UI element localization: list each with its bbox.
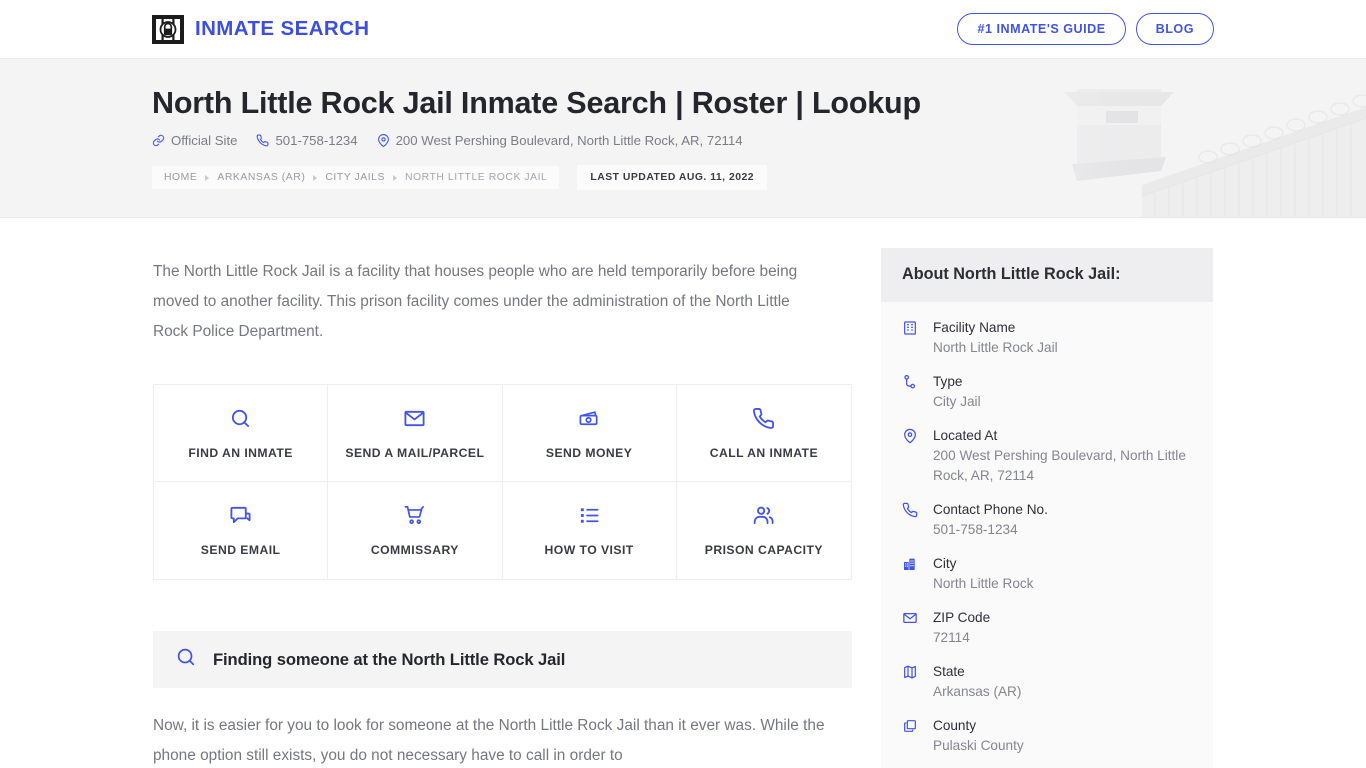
fact-facility-name: Facility Name North Little Rock Jail (902, 318, 1192, 358)
fact-label: County (933, 718, 977, 733)
aside-column: About North Little Rock Jail: Facility N… (881, 218, 1213, 768)
fact-located-at: Located At 200 West Pershing Boulevard, … (902, 426, 1192, 486)
fact-label: State (933, 664, 965, 679)
phone-icon (256, 134, 269, 147)
breadcrumb: HOME ARKANSAS (AR) CITY JAILS NORTH LITT… (152, 165, 1366, 191)
brand-name: INMATE SEARCH (195, 17, 370, 40)
page-body: The North Little Rock Jail is a facility… (0, 218, 1366, 768)
action-how-to-visit[interactable]: HOW TO VISIT (502, 482, 677, 579)
about-facility-panel: About North Little Rock Jail: Facility N… (881, 248, 1213, 768)
action-label: COMMISSARY (370, 543, 459, 557)
brand-logo-link[interactable]: INMATE SEARCH (152, 14, 370, 45)
intro-paragraph: The North Little Rock Jail is a facility… (153, 263, 798, 340)
phone-icon (752, 407, 775, 430)
link-icon (152, 134, 165, 147)
envelope-icon (403, 407, 426, 430)
chat-icon (229, 504, 252, 527)
people-icon (752, 504, 775, 527)
fact-label: Type (933, 374, 963, 389)
hero-meta-row: Official Site 501-758-1234 200 West Pers… (152, 133, 1366, 148)
jail-window-lock-icon (152, 14, 184, 45)
fact-label: Contact Phone No. (933, 502, 1048, 517)
breadcrumb-item-home[interactable]: HOME (164, 172, 197, 183)
last-updated-badge: LAST UPDATED AUG. 11, 2022 (577, 165, 768, 191)
action-label: SEND A MAIL/PARCEL (345, 445, 485, 460)
action-label: PRISON CAPACITY (704, 543, 823, 557)
section-heading: Finding someone at the North Little Rock… (213, 649, 566, 669)
search-icon (229, 407, 252, 430)
action-label: SEND MONEY (545, 445, 633, 460)
action-find-an-inmate[interactable]: FIND AN INMATE (154, 385, 329, 482)
action-send-a-mail-parcel[interactable]: SEND A MAIL/PARCEL (328, 385, 503, 482)
fact-value: Pulaski County (933, 738, 1024, 753)
fact-zip-code: ZIP Code 72114 (902, 608, 1192, 648)
fact-county: County Pulaski County (902, 716, 1192, 756)
finding-someone-section-header: Finding someone at the North Little Rock… (153, 631, 852, 688)
fact-value: 200 West Pershing Boulevard, North Littl… (933, 448, 1186, 483)
phone-meta[interactable]: 501-758-1234 (256, 133, 358, 149)
action-send-money[interactable]: SEND MONEY (502, 385, 677, 482)
inmates-guide-button[interactable]: #1 INMATE'S GUIDE (957, 13, 1126, 45)
breadcrumb-list: HOME ARKANSAS (AR) CITY JAILS NORTH LITT… (152, 166, 560, 190)
address-label: 200 West Pershing Boulevard, North Littl… (395, 133, 743, 149)
breadcrumb-item-state[interactable]: ARKANSAS (AR) (217, 172, 305, 183)
fact-state: State Arkansas (AR) (902, 662, 1192, 702)
phone-icon (902, 500, 920, 518)
about-panel-header: About North Little Rock Jail: (881, 248, 1213, 302)
chevron-right-icon (313, 174, 318, 181)
fact-label: ZIP Code (933, 610, 991, 625)
fact-value: Arkansas (AR) (933, 684, 1022, 699)
action-commissary[interactable]: COMMISSARY (328, 482, 503, 579)
page-hero-banner: North Little Rock Jail Inmate Search | R… (0, 59, 1366, 218)
action-label: SEND EMAIL (200, 543, 281, 557)
fact-value: North Little Rock Jail (933, 340, 1058, 355)
address-meta: 200 West Pershing Boulevard, North Littl… (377, 133, 743, 148)
fact-type: Type City Jail (902, 372, 1192, 412)
money-icon (578, 407, 601, 430)
fact-label: Located At (933, 428, 998, 443)
official-site-label: Official Site (171, 133, 238, 149)
action-call-an-inmate[interactable]: CALL AN INMATE (676, 385, 851, 482)
quick-actions-grid: FIND AN INMATE SEND A MAIL/PARCEL SEND M… (153, 384, 852, 580)
fact-label: Facility Name (933, 320, 1016, 335)
breadcrumb-item-city-jails[interactable]: CITY JAILS (325, 172, 385, 183)
map-pin-icon (377, 134, 390, 148)
action-prison-capacity[interactable]: PRISON CAPACITY (676, 482, 851, 579)
envelope-icon (902, 608, 920, 626)
action-label: HOW TO VISIT (544, 543, 634, 557)
node-type-icon (902, 372, 920, 390)
fact-label: City (933, 556, 957, 571)
action-send-email[interactable]: SEND EMAIL (154, 482, 329, 579)
search-icon (175, 646, 197, 673)
fact-value: North Little Rock (933, 576, 1034, 591)
cart-icon (403, 504, 426, 527)
list-icon (578, 504, 601, 527)
fact-value: 72114 (933, 630, 970, 645)
blog-button[interactable]: BLOG (1135, 13, 1214, 45)
chevron-right-icon (205, 174, 210, 181)
phone-number-label: 501-758-1234 (275, 133, 358, 149)
official-site-meta[interactable]: Official Site (152, 133, 237, 148)
fact-value: City Jail (933, 394, 981, 409)
breadcrumb-item-current: NORTH LITTLE ROCK JAIL (404, 172, 548, 184)
map-icon (902, 662, 920, 680)
action-label: CALL AN INMATE (709, 445, 819, 460)
nav-actions: #1 INMATE'S GUIDE BLOG (957, 13, 1214, 45)
copy-icon (902, 716, 920, 734)
chevron-right-icon (392, 174, 397, 181)
top-navigation-bar: INMATE SEARCH #1 INMATE'S GUIDE BLOG (0, 0, 1366, 59)
about-panel-body: Facility Name North Little Rock Jail Typ… (881, 302, 1213, 768)
fact-contact-phone: Contact Phone No. 501-758-1234 (902, 500, 1192, 540)
about-panel-title: About North Little Rock Jail: (902, 265, 1121, 283)
fact-value: 501-758-1234 (933, 522, 1018, 537)
building-grid-icon (902, 318, 920, 336)
action-label: FIND AN INMATE (188, 445, 293, 460)
fact-city: City North Little Rock (902, 554, 1192, 594)
section-paragraph: Now, it is easier for you to look for so… (153, 717, 825, 764)
main-column: The North Little Rock Jail is a facility… (153, 218, 852, 768)
map-pin-icon (902, 426, 920, 444)
city-icon (902, 554, 920, 572)
page-title: North Little Rock Jail Inmate Search | R… (152, 86, 921, 120)
